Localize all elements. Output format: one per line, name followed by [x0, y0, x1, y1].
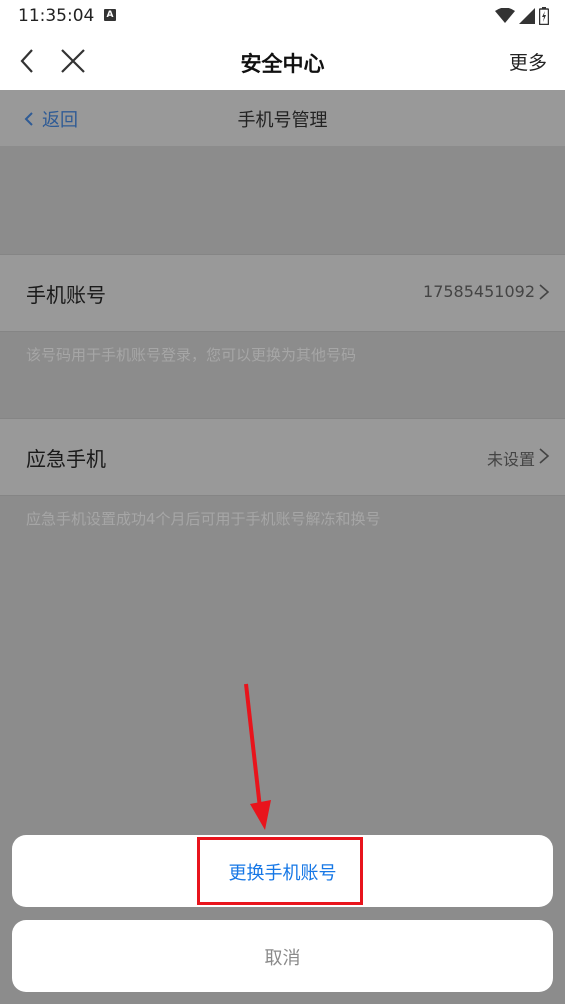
battery-icon: [539, 7, 549, 25]
notification-icon: A: [104, 9, 116, 21]
cancel-button[interactable]: 取消: [12, 920, 553, 992]
chevron-right-icon: [539, 448, 550, 464]
phone-account-value: 17585451092: [423, 282, 535, 301]
signal-icon: [519, 8, 535, 24]
annotation-arrow-icon: [244, 683, 271, 830]
emergency-phone-row[interactable]: 应急手机 未设置: [0, 418, 565, 496]
emergency-phone-value: 未设置: [486, 450, 535, 469]
phone-account-row[interactable]: 手机账号 17585451092: [0, 254, 565, 332]
spacer: [0, 146, 565, 254]
phone-account-label: 手机账号: [26, 283, 106, 307]
status-bar: 11:35:04 A: [0, 0, 565, 34]
phone-account-hint: 该号码用于手机账号登录，您可以更换为其他号码: [26, 346, 357, 364]
wifi-icon: [495, 8, 515, 23]
status-icons: [495, 6, 549, 26]
subnav-bar: 返回 手机号管理: [0, 90, 565, 146]
cancel-label: 取消: [264, 948, 301, 969]
more-button[interactable]: 更多: [509, 48, 547, 75]
app-header: 安全中心 更多: [0, 34, 565, 90]
chevron-right-icon: [539, 284, 550, 300]
emergency-phone-hint: 应急手机设置成功4个月后可用于手机账号解冻和换号: [26, 510, 381, 528]
page-title: 安全中心: [240, 52, 325, 76]
emergency-phone-label: 应急手机: [26, 447, 106, 471]
status-time: 11:35:04: [18, 6, 95, 26]
subnav-title: 手机号管理: [237, 110, 328, 131]
annotation-highlight-box: [197, 837, 363, 905]
